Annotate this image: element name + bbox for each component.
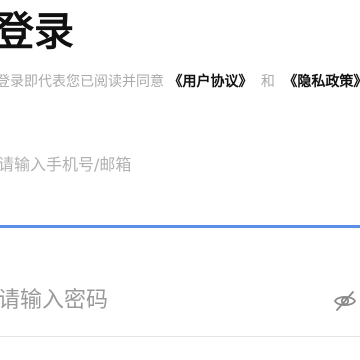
user-agreement-link[interactable]: 《用户协议》: [168, 74, 252, 90]
agreement-conjunction: 和: [260, 74, 275, 90]
page-title: 登录: [0, 9, 74, 55]
privacy-policy-link[interactable]: 《隐私政策》: [283, 74, 360, 90]
eye-off-icon[interactable]: [332, 288, 358, 314]
phone-input-underline: [0, 225, 360, 228]
password-input-underline: [0, 336, 360, 337]
agreement-notice: 登录即代表您已阅读并同意 《用户协议》 和 《隐私政策》: [0, 72, 360, 92]
password-input[interactable]: [0, 283, 318, 317]
phone-email-input[interactable]: [0, 150, 360, 178]
agreement-prefix: 登录即代表您已阅读并同意: [0, 74, 164, 90]
login-screen: 登录 登录即代表您已阅读并同意 《用户协议》 和 《隐私政策》: [0, 0, 360, 360]
